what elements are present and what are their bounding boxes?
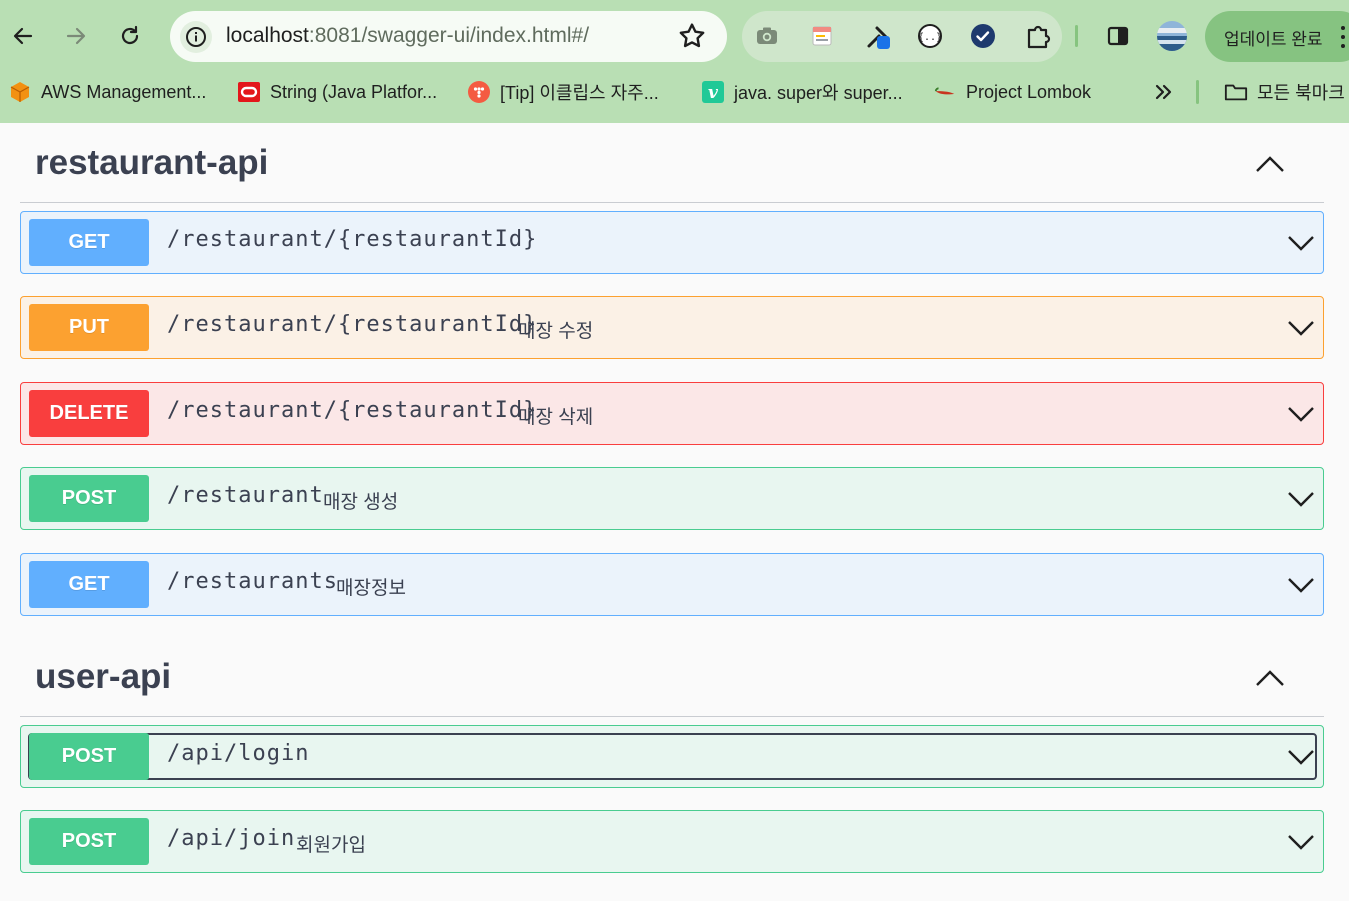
operation-get-restaurant-by-id[interactable]: GET /restaurant/{restaurantId} [20, 211, 1324, 274]
url-text[interactable]: localhost:8081/swagger-ui/index.html#/ [226, 24, 589, 48]
puzzle-piece-icon [1027, 25, 1051, 49]
operation-path: /restaurants [167, 569, 338, 594]
oracle-icon [237, 80, 261, 104]
browser-toolbar: localhost:8081/swagger-ui/index.html#/ {… [0, 0, 1349, 123]
task-check-extension[interactable] [967, 20, 999, 52]
chevron-down-icon[interactable] [1287, 748, 1315, 766]
operation-path: /api/join [167, 826, 296, 851]
operation-post-restaurant[interactable]: POST /restaurant 매장 생성 [20, 467, 1324, 530]
chevron-up-icon[interactable] [1255, 155, 1285, 173]
svg-text:v: v [708, 83, 719, 103]
operation-path: /restaurant/{restaurantId} [167, 227, 538, 252]
operation-path: /restaurant [167, 483, 324, 508]
notes-icon [812, 26, 832, 46]
operation-get-restaurants[interactable]: GET /restaurants 매장정보 [20, 553, 1324, 616]
bookmark-label: Project Lombok [966, 81, 1092, 102]
forward-button[interactable] [56, 16, 96, 56]
operation-summary: 회원가입 [296, 835, 366, 856]
double-chevron-right-icon [1155, 84, 1172, 100]
operation-path: /restaurant/{restaurantId} [167, 312, 538, 337]
tistory-icon [467, 80, 491, 104]
method-badge: POST [29, 475, 149, 522]
operation-summary: 매장 수정 [518, 321, 594, 342]
screenshot-extension[interactable] [751, 20, 783, 52]
extensions-button[interactable] [1022, 20, 1054, 52]
checkmark-circle-icon [971, 24, 995, 48]
url-host: localhost [226, 24, 309, 47]
eyedropper-icon [867, 26, 890, 49]
method-badge: POST [29, 733, 149, 780]
bookmark-tistory[interactable]: [Tip] 이클립스 자주... [467, 78, 659, 106]
bookmark-lombok[interactable]: Project Lombok [933, 78, 1091, 106]
chili-pepper-icon [933, 80, 957, 104]
operation-post-login[interactable]: POST /api/login [20, 725, 1324, 788]
side-panel-button[interactable] [1102, 20, 1134, 52]
update-label[interactable]: 업데이트 완료 [1224, 25, 1323, 50]
info-icon [186, 27, 206, 47]
method-badge: GET [29, 219, 149, 266]
reload-icon [121, 25, 139, 45]
aws-cube-icon [8, 80, 32, 104]
avatar-landscape-icon [1157, 21, 1187, 51]
all-bookmarks-folder[interactable]: 모든 북마크 [1224, 78, 1345, 106]
bookmark-label: java. super와 super... [734, 83, 903, 103]
side-panel-icon [1107, 26, 1129, 46]
method-badge: PUT [29, 304, 149, 351]
section-title-user-api[interactable]: user-api [35, 657, 171, 697]
section-divider [20, 202, 1324, 203]
section-divider [20, 716, 1324, 717]
chevron-down-icon[interactable] [1287, 490, 1315, 508]
method-badge: GET [29, 561, 149, 608]
bookmark-label: String (Java Platfor... [270, 81, 438, 102]
bookmark-aws[interactable]: AWS Management... [8, 78, 206, 106]
json-viewer-extension[interactable]: {..} [914, 20, 946, 52]
all-bookmarks-label: 모든 북마크 [1257, 83, 1345, 103]
back-button[interactable] [3, 16, 43, 56]
chevron-down-icon[interactable] [1287, 833, 1315, 851]
operation-delete-restaurant[interactable]: DELETE /restaurant/{restaurantId} 매장 삭제 [20, 382, 1324, 445]
operation-summary: 매장 삭제 [518, 407, 594, 428]
folder-icon [1224, 80, 1248, 104]
operation-path: /restaurant/{restaurantId} [167, 398, 538, 423]
notes-extension[interactable] [806, 20, 838, 52]
json-braces-icon: {..} [918, 24, 942, 48]
site-info-button[interactable] [180, 21, 212, 53]
star-icon [679, 23, 705, 48]
operation-summary: 매장 생성 [323, 492, 399, 513]
chevron-down-icon[interactable] [1287, 319, 1315, 337]
forward-arrow-icon [66, 27, 86, 45]
chevron-down-icon[interactable] [1287, 234, 1315, 252]
bookmark-star-button[interactable] [676, 20, 708, 57]
url-path: :8081/swagger-ui/index.html#/ [308, 24, 590, 47]
chevron-down-icon[interactable] [1287, 576, 1315, 594]
method-badge: DELETE [29, 390, 149, 437]
chevron-up-icon[interactable] [1255, 669, 1285, 687]
bookmark-label: AWS Management... [41, 81, 207, 102]
bookmark-label: [Tip] 이클립스 자주... [500, 83, 659, 103]
bookmark-oracle[interactable]: String (Java Platfor... [237, 78, 437, 106]
operation-path: /api/login [167, 741, 310, 766]
method-badge: POST [29, 818, 149, 865]
section-title-restaurant-api[interactable]: restaurant-api [35, 143, 268, 183]
profile-avatar[interactable] [1155, 19, 1189, 53]
back-arrow-icon [13, 27, 33, 45]
bookmark-velog[interactable]: v java. super와 super... [701, 78, 903, 106]
browser-menu-icon[interactable] [1340, 26, 1346, 48]
more-bookmarks-button[interactable] [1153, 78, 1175, 106]
extensions-area [742, 11, 1062, 62]
camera-icon [757, 27, 777, 44]
chevron-down-icon[interactable] [1287, 405, 1315, 423]
svg-text:{..}: {..} [918, 32, 942, 43]
operation-put-restaurant[interactable]: PUT /restaurant/{restaurantId} 매장 수정 [20, 296, 1324, 359]
operation-summary: 매장정보 [336, 578, 406, 599]
color-picker-extension[interactable] [863, 20, 895, 52]
bookmarks-divider [1196, 80, 1199, 104]
velog-icon: v [701, 80, 725, 104]
toolbar-divider [1075, 25, 1078, 47]
reload-button[interactable] [110, 16, 150, 56]
operation-post-join[interactable]: POST /api/join 회원가입 [20, 810, 1324, 873]
